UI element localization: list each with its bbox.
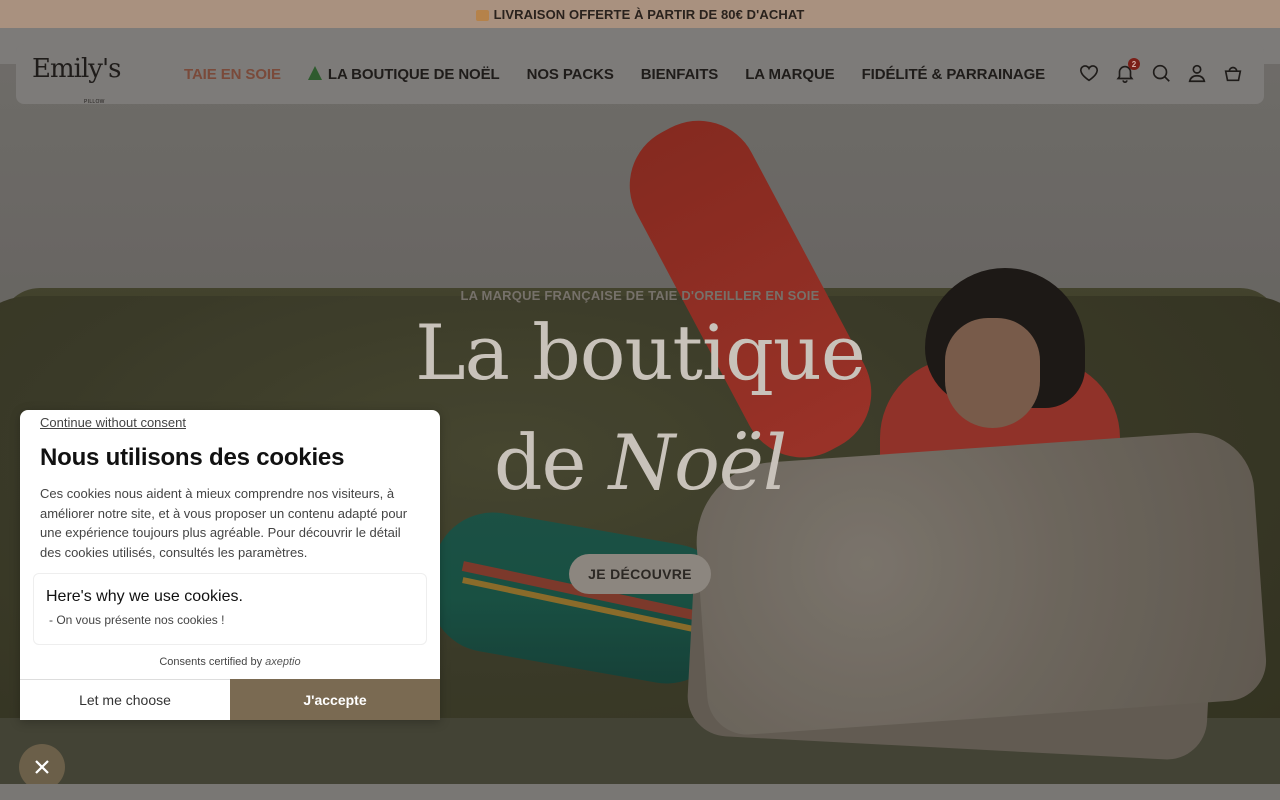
consent-certified: Consents certified by axeptio (20, 656, 440, 668)
nav-item-bienfaits[interactable]: BIENFAITS (641, 66, 719, 83)
nav-item-taie-en-soie[interactable]: TAIE EN SOIE (184, 66, 281, 83)
hero-kicker: LA MARQUE FRANÇAISE DE TAIE D'OREILLER E… (460, 288, 820, 303)
cookie-body: Ces cookies nous aident à mieux comprend… (40, 486, 408, 560)
cookie-title: Nous utilisons des cookies (40, 444, 345, 471)
header-icons: 2 (1078, 58, 1244, 84)
tree-icon (307, 66, 322, 80)
nav-item-boutique-noel[interactable]: LA BOUTIQUE DE NOËL (307, 65, 500, 83)
main-nav: TAIE EN SOIE LA BOUTIQUE DE NOËL NOS PAC… (184, 44, 1072, 104)
announcement-bar: LIVRAISON OFFERTE À PARTIR DE 80€ D'ACHA… (0, 0, 1280, 28)
announcement-text: LIVRAISON OFFERTE À PARTIR DE 80€ D'ACHA… (493, 6, 805, 22)
search-icon[interactable] (1150, 62, 1172, 84)
certified-label: Consents certified by (159, 656, 263, 668)
nav-item-label: LA BOUTIQUE DE NOËL (327, 66, 500, 83)
bottom-strip (0, 784, 1280, 800)
user-icon[interactable] (1186, 62, 1208, 84)
cookie-card-subtitle: - On vous présente nos cookies ! (49, 613, 225, 627)
bag-icon[interactable] (1222, 62, 1244, 84)
discover-button[interactable]: JE DÉCOUVRE (569, 554, 711, 594)
cookie-info-card: Here's why we use cookies. - On vous pré… (33, 573, 427, 645)
logo-text: Emily's (32, 54, 121, 84)
hero-title-noel: Noël (608, 418, 788, 507)
bell-icon[interactable]: 2 (1114, 58, 1140, 84)
close-icon (35, 760, 49, 774)
brand-logo[interactable]: Emily's PILLOW (32, 54, 121, 105)
nav-item-nos-packs[interactable]: NOS PACKS (527, 66, 614, 83)
hero-title-de: de (493, 418, 609, 507)
logo-subtext: PILLOW (84, 99, 105, 105)
hero-title-line1: La boutique (415, 308, 866, 397)
cookie-card-title: Here's why we use cookies. (46, 588, 243, 605)
cookie-dialog: Continue without consent Nous utilisons … (20, 410, 440, 720)
let-me-choose-button[interactable]: Let me choose (20, 679, 230, 720)
notification-badge: 2 (1128, 58, 1140, 70)
continue-without-consent-link[interactable]: Continue without consent (40, 415, 186, 430)
nav-item-la-marque[interactable]: LA MARQUE (745, 66, 834, 83)
package-icon (475, 9, 489, 21)
nav-item-fidelite[interactable]: FIDÉLITÉ & PARRAINAGE (862, 66, 1046, 83)
heart-icon[interactable] (1078, 62, 1100, 84)
accept-button[interactable]: J'accepte (230, 679, 440, 720)
site-header: Emily's PILLOW TAIE EN SOIE LA BOUTIQUE … (16, 44, 1264, 105)
axeptio-logo: axeptio (265, 656, 301, 668)
